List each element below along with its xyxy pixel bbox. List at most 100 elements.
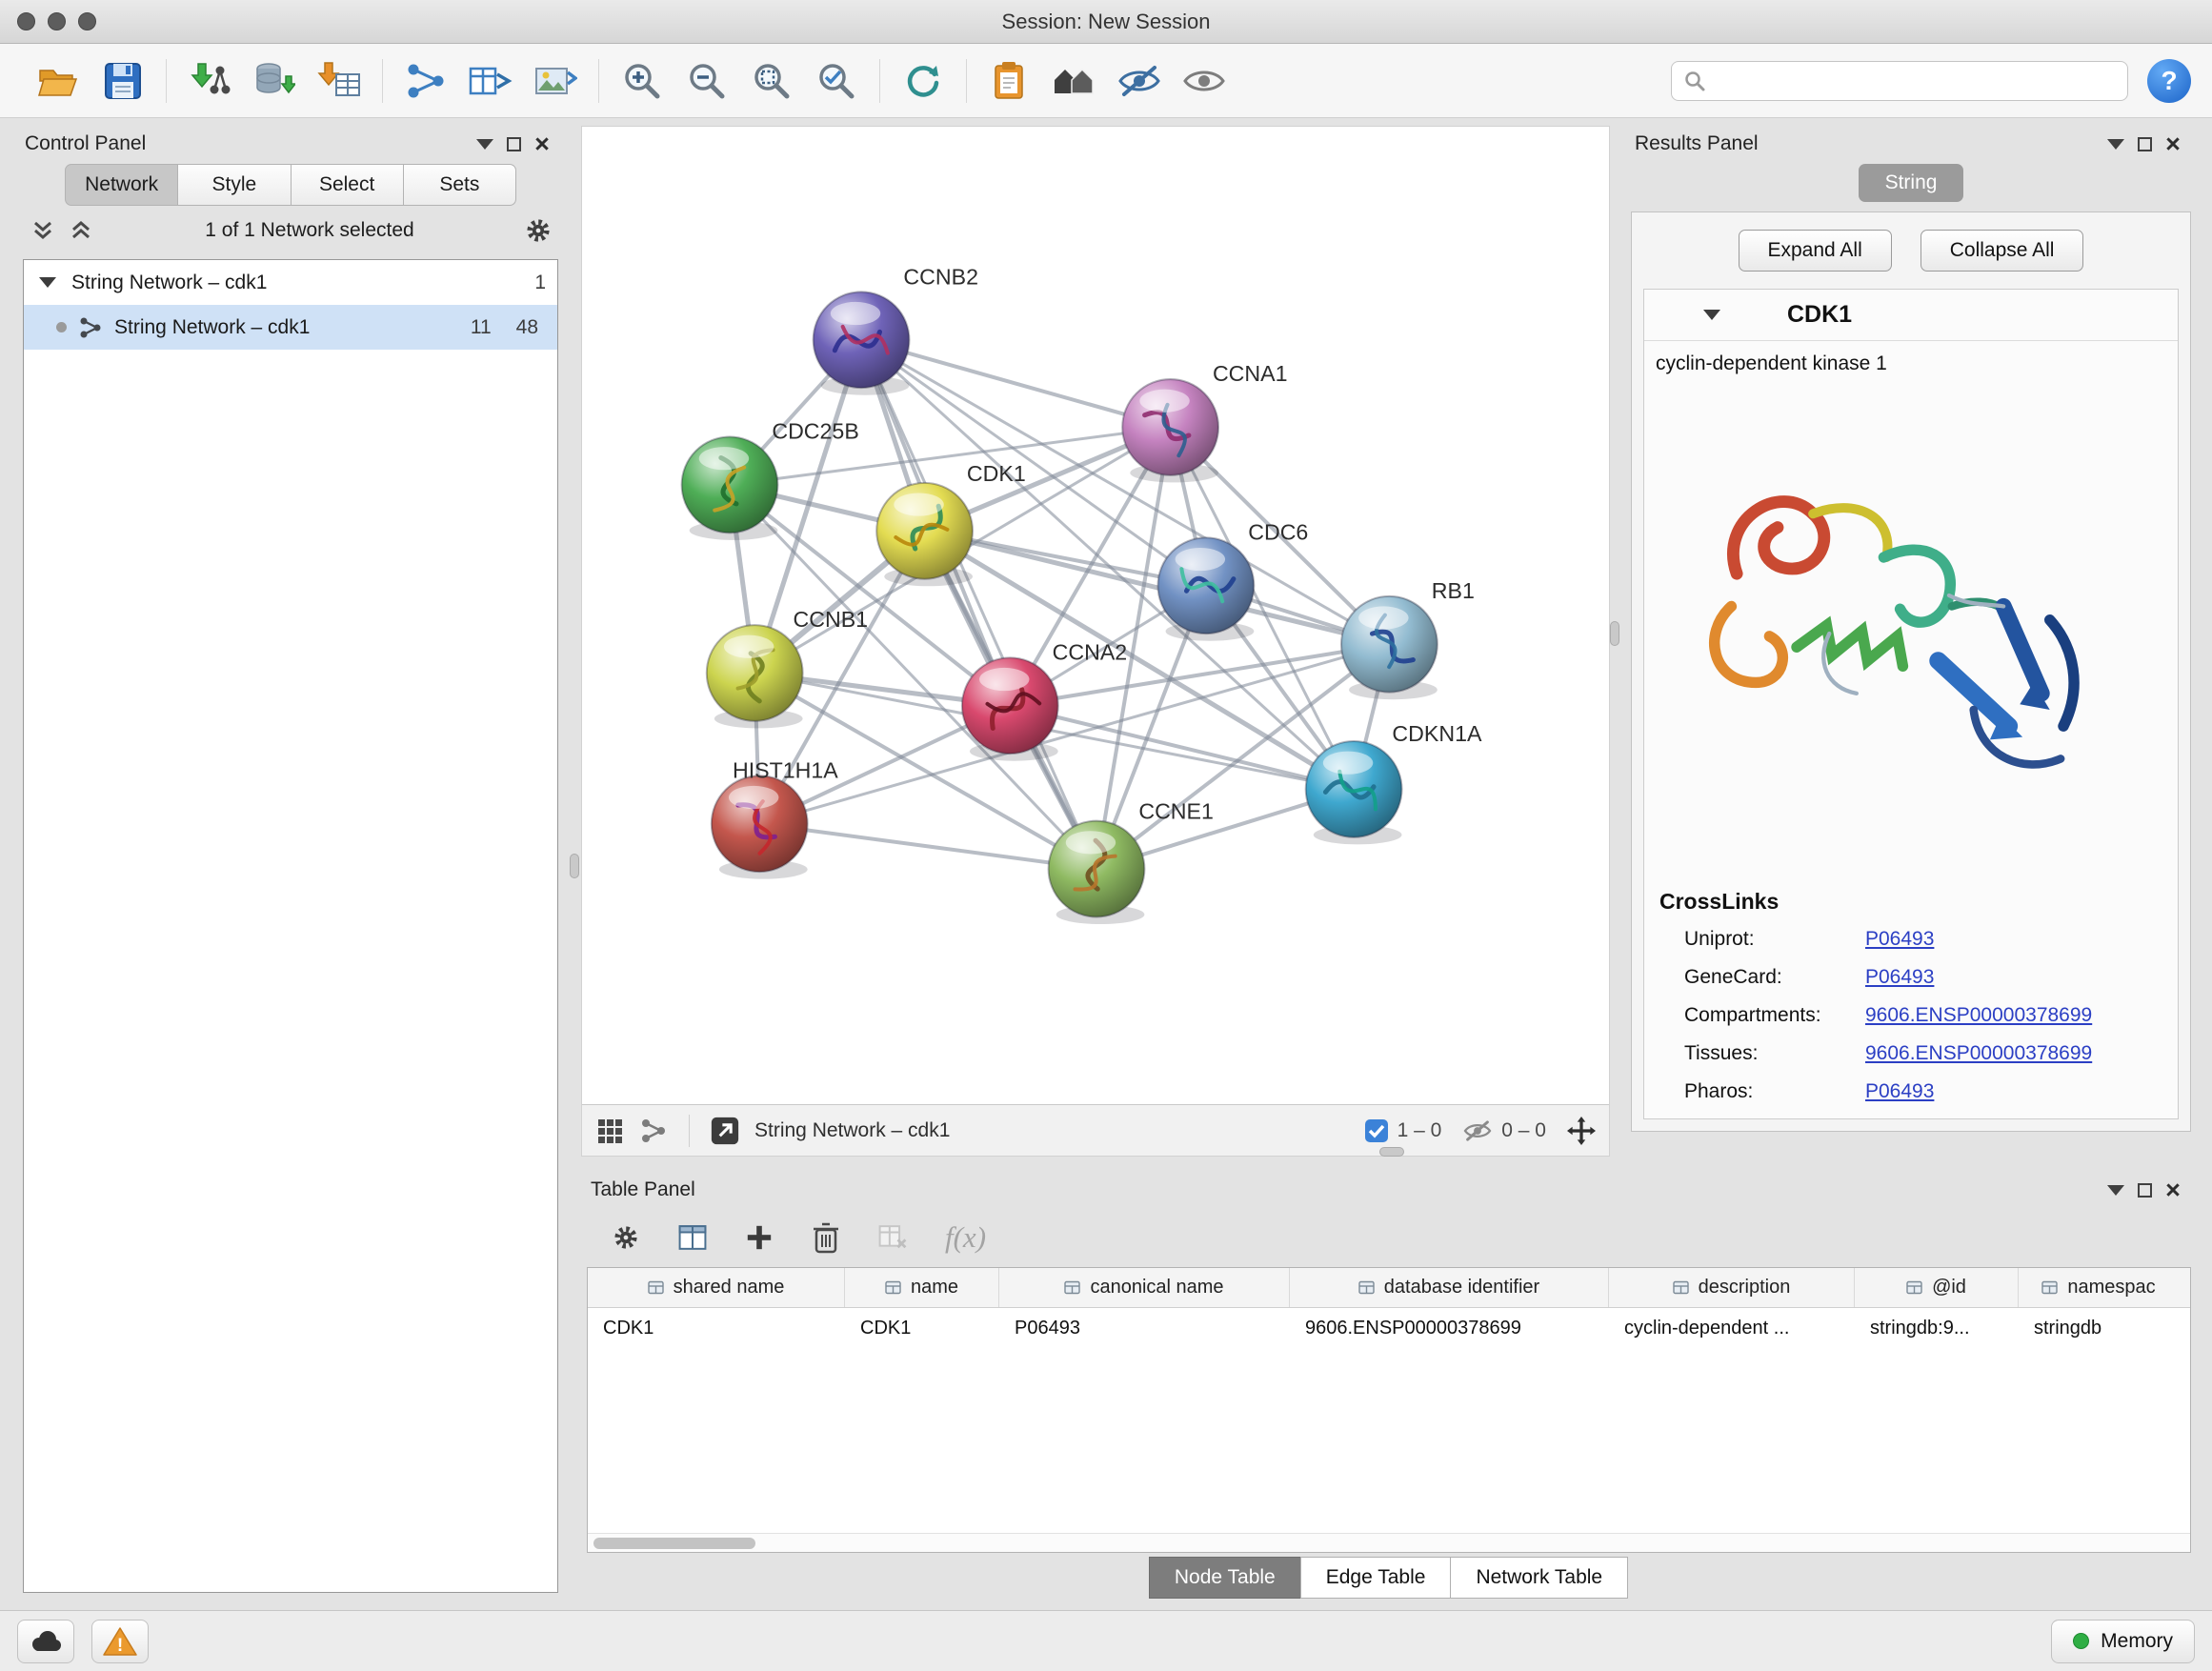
- import-network-from-database-button[interactable]: [249, 55, 300, 107]
- window-minimize-button[interactable]: [48, 12, 66, 30]
- main-toolbar: ?: [0, 44, 2212, 118]
- crosslink-link[interactable]: P06493: [1865, 928, 1934, 951]
- table-row[interactable]: CDK1 CDK1 P06493 9606.ENSP00000378699 cy…: [588, 1308, 2190, 1348]
- warning-icon: !: [102, 1625, 138, 1658]
- refresh-button[interactable]: [897, 55, 949, 107]
- node-label-CDC25B: CDC25B: [772, 419, 858, 444]
- warnings-button[interactable]: !: [91, 1620, 149, 1663]
- control-panel: Control Panel × Network Style Select Set…: [15, 126, 566, 1602]
- new-network-button[interactable]: [400, 55, 452, 107]
- network-row[interactable]: String Network – cdk1 11 48: [24, 305, 557, 350]
- tab-node-table[interactable]: Node Table: [1149, 1557, 1301, 1599]
- results-panel-float-button[interactable]: [2130, 131, 2159, 157]
- zoom-selected-button[interactable]: [811, 55, 862, 107]
- network-edge[interactable]: [861, 340, 1096, 869]
- right-splitter-handle[interactable]: [1610, 621, 1619, 646]
- left-splitter-handle[interactable]: [570, 854, 579, 878]
- table-panel-collapse-button[interactable]: [2101, 1177, 2130, 1203]
- delete-table-button[interactable]: [878, 1224, 907, 1251]
- tab-sets[interactable]: Sets: [403, 164, 516, 206]
- crosslink-link[interactable]: P06493: [1865, 966, 1934, 989]
- tab-string[interactable]: String: [1859, 164, 1964, 202]
- export-view-button[interactable]: [711, 1117, 739, 1144]
- network-canvas[interactable]: CCNB2CCNA1CDC25BCDK1CDC6RB1CCNB1CCNA2CDK…: [582, 127, 1609, 1104]
- gene-header[interactable]: CDK1: [1644, 290, 2178, 341]
- toolbar-separator: [879, 59, 880, 103]
- save-session-button[interactable]: [97, 55, 149, 107]
- table-settings-button[interactable]: [612, 1224, 640, 1251]
- network-edge[interactable]: [759, 824, 1096, 869]
- create-column-button[interactable]: [745, 1224, 774, 1251]
- column-header-namespace[interactable]: namespac: [2019, 1268, 2179, 1307]
- collapse-all-networks-button[interactable]: [29, 217, 57, 244]
- tree-caret-icon[interactable]: [39, 277, 56, 288]
- column-header-shared-name[interactable]: shared name: [588, 1268, 845, 1307]
- export-network-button[interactable]: [465, 55, 516, 107]
- zoom-in-button[interactable]: [616, 55, 668, 107]
- window-zoom-button[interactable]: [78, 12, 96, 30]
- copy-style-button[interactable]: [984, 55, 1036, 107]
- cloud-button[interactable]: [17, 1620, 74, 1663]
- table-panel-close-button[interactable]: ×: [2159, 1177, 2187, 1203]
- column-header-database-identifier[interactable]: database identifier: [1290, 1268, 1609, 1307]
- control-panel-float-button[interactable]: [499, 131, 528, 157]
- expand-all-networks-button[interactable]: [67, 217, 95, 244]
- column-header-name[interactable]: name: [845, 1268, 999, 1307]
- search-input[interactable]: [1714, 70, 2116, 91]
- table-panel-float-button[interactable]: [2130, 1177, 2159, 1203]
- hide-selected-button[interactable]: [1114, 55, 1165, 107]
- collapse-all-button[interactable]: Collapse All: [1920, 230, 2084, 272]
- crosslink-link[interactable]: 9606.ENSP00000378699: [1865, 1004, 2092, 1027]
- horizontal-scrollbar[interactable]: [588, 1533, 2190, 1552]
- column-header-description[interactable]: description: [1609, 1268, 1855, 1307]
- tab-network[interactable]: Network: [65, 164, 178, 206]
- bottom-splitter-handle[interactable]: [1379, 1147, 1404, 1157]
- center-column: CCNB2CCNA1CDC25BCDK1CDC6RB1CCNB1CCNA2CDK…: [581, 126, 2197, 1602]
- network-options-button[interactable]: [524, 217, 553, 244]
- crosslink-link[interactable]: P06493: [1865, 1080, 1934, 1103]
- results-panel-close-button[interactable]: ×: [2159, 131, 2187, 157]
- open-file-button[interactable]: [32, 55, 84, 107]
- results-panel-collapse-button[interactable]: [2101, 131, 2130, 157]
- pan-tool-button[interactable]: [1567, 1117, 1596, 1144]
- expand-all-button[interactable]: Expand All: [1739, 230, 1892, 272]
- network-collection-row[interactable]: String Network – cdk1 1: [24, 260, 557, 305]
- tab-network-table[interactable]: Network Table: [1450, 1557, 1628, 1599]
- tab-style[interactable]: Style: [177, 164, 291, 206]
- window-close-button[interactable]: [17, 12, 35, 30]
- birdseye-view-button[interactable]: [639, 1117, 668, 1144]
- import-table-from-file-button[interactable]: [313, 55, 365, 107]
- zoom-out-button[interactable]: [681, 55, 733, 107]
- column-header-id[interactable]: @id: [1855, 1268, 2019, 1307]
- selected-checkbox-icon[interactable]: [1364, 1118, 1389, 1143]
- show-all-button[interactable]: [1178, 55, 1230, 107]
- grid-view-button[interactable]: [595, 1117, 624, 1144]
- scrollbar-thumb[interactable]: [593, 1538, 755, 1549]
- zoom-fit-button[interactable]: [746, 55, 797, 107]
- crosslink-link[interactable]: 9606.ENSP00000378699: [1865, 1042, 2092, 1065]
- hidden-eye-icon[interactable]: [1462, 1118, 1493, 1143]
- tab-select[interactable]: Select: [291, 164, 404, 206]
- show-columns-button[interactable]: [678, 1224, 707, 1251]
- control-panel-collapse-button[interactable]: [471, 131, 499, 157]
- network-graph[interactable]: CCNB2CCNA1CDC25BCDK1CDC6RB1CCNB1CCNA2CDK…: [582, 127, 1609, 1104]
- memory-button[interactable]: Memory: [2051, 1620, 2195, 1663]
- tab-edge-table[interactable]: Edge Table: [1300, 1557, 1452, 1599]
- import-network-from-file-button[interactable]: [184, 55, 235, 107]
- move-crosshair-icon: [1567, 1116, 1596, 1146]
- function-builder-button[interactable]: f(x): [945, 1220, 986, 1255]
- network-table-icon: [469, 61, 513, 101]
- network-edge[interactable]: [925, 531, 1390, 644]
- column-header-canonical-name[interactable]: canonical name: [999, 1268, 1290, 1307]
- grid-icon: [596, 1117, 623, 1144]
- delete-column-button[interactable]: [812, 1224, 840, 1251]
- control-panel-close-button[interactable]: ×: [528, 131, 556, 157]
- help-button[interactable]: ?: [2147, 59, 2191, 103]
- gene-caret-icon[interactable]: [1703, 310, 1720, 320]
- column-label: shared name: [674, 1277, 785, 1299]
- results-panel-header: Results Panel ×: [1625, 126, 2197, 162]
- zoom-in-icon: [621, 60, 663, 102]
- home-view-button[interactable]: [1049, 55, 1100, 107]
- gene-details-box: CDK1 cyclin-dependent kinase 1: [1643, 289, 2179, 1119]
- export-image-button[interactable]: [530, 55, 581, 107]
